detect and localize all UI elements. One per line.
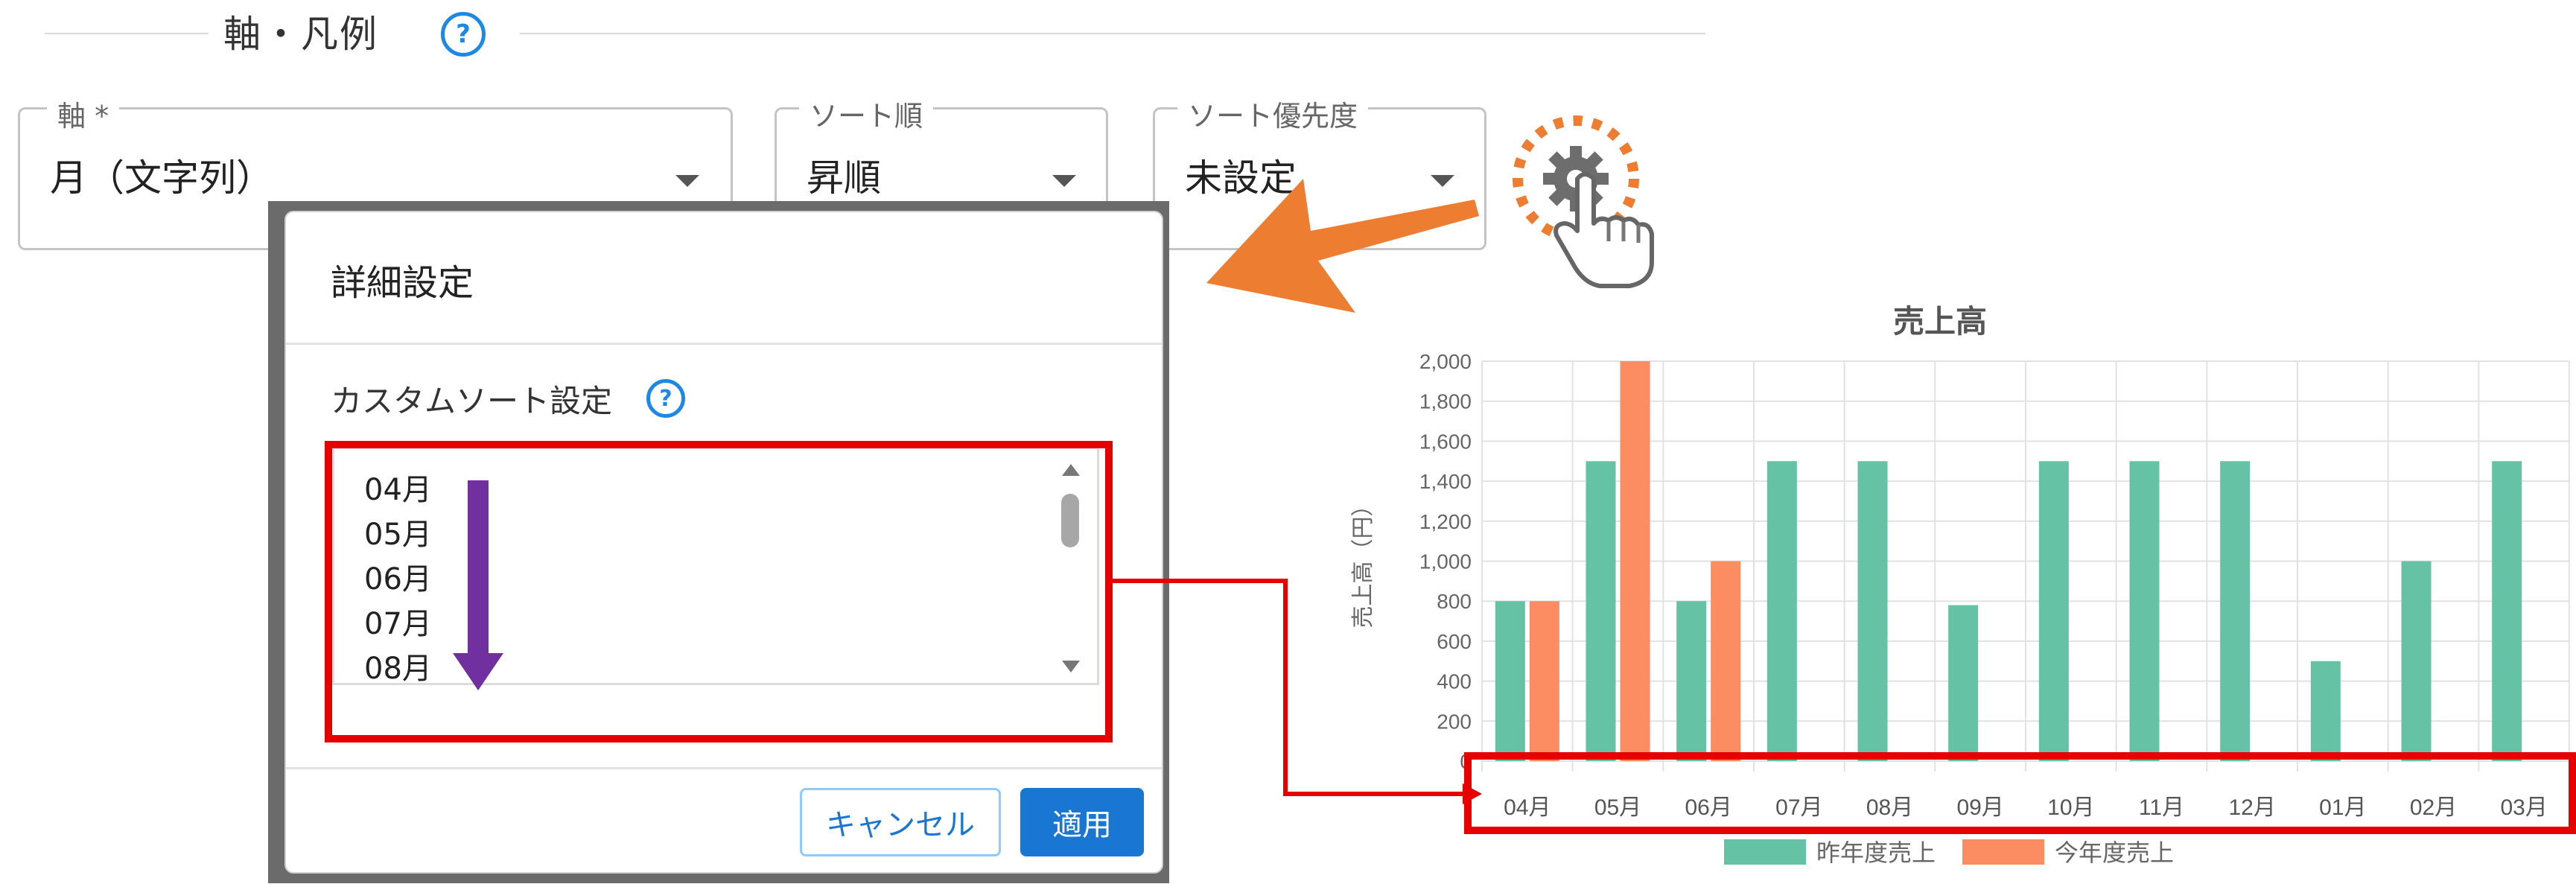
section-title: 軸・凡例: [223, 13, 378, 56]
bar-0: [2492, 461, 2522, 761]
bar-0: [1766, 461, 1797, 761]
y-tick-label: 1,800: [1419, 390, 1472, 413]
y-tick-label: 400: [1437, 670, 1472, 693]
help-icon-glyph: ?: [456, 19, 471, 49]
legend-swatch: [1962, 839, 2044, 865]
axis-value: 月（文字列）: [50, 156, 273, 200]
legend-label: 今年度売上: [2055, 839, 2174, 866]
y-axis-label: 売上高（円）: [1351, 495, 1376, 629]
chevron-down-icon: [675, 175, 699, 187]
help-icon[interactable]: ?: [441, 12, 486, 57]
y-tick-label: 600: [1437, 630, 1472, 653]
bar-0: [1676, 601, 1707, 761]
bar-1: [1711, 561, 1741, 761]
section-divider-right: [520, 33, 1705, 34]
sort-order-label: ソート順: [799, 93, 934, 134]
bar-0: [2038, 461, 2069, 761]
hand-pointer-icon: [1553, 172, 1654, 288]
bar-0: [1948, 605, 1979, 761]
y-tick-label: 1,600: [1419, 430, 1472, 453]
y-tick-label: 200: [1437, 710, 1472, 733]
axis-label: 軸 *: [47, 93, 120, 134]
sort-order-value: 昇順: [807, 156, 881, 200]
legend-label: 昨年度売上: [1816, 839, 1936, 866]
orange-arrow-icon: [1206, 179, 1479, 313]
help-icon-glyph: ?: [659, 385, 672, 412]
sort-priority-label: ソート優先度: [1177, 93, 1369, 134]
bar-0: [1586, 461, 1616, 761]
y-tick-label: 1,400: [1419, 470, 1472, 493]
bar-0: [2401, 561, 2432, 761]
bar-0: [2220, 461, 2251, 761]
legend-swatch: [1724, 839, 1806, 865]
dialog-footer-divider: [286, 767, 1162, 769]
custom-sort-label: カスタムソート設定: [331, 383, 613, 419]
bar-0: [2310, 661, 2341, 761]
section-divider-left: [45, 33, 209, 34]
cancel-button[interactable]: キャンセル: [800, 788, 1001, 856]
list-highlight-box: [325, 441, 1113, 743]
dialog-divider: [286, 343, 1162, 345]
bar-0: [2129, 461, 2160, 761]
help-icon[interactable]: ?: [646, 379, 685, 418]
chevron-down-icon: [1052, 175, 1076, 187]
bar-0: [1495, 601, 1525, 761]
y-tick-label: 2,000: [1419, 350, 1472, 373]
bar-1: [1529, 601, 1559, 761]
bar-0: [1857, 461, 1888, 761]
bar-1: [1620, 361, 1650, 761]
xaxis-highlight-box: [1464, 752, 2576, 834]
dialog-title: 詳細設定: [331, 262, 474, 304]
y-tick-label: 1,200: [1419, 510, 1472, 533]
y-tick-label: 800: [1437, 590, 1472, 613]
y-tick-label: 1,000: [1419, 550, 1472, 573]
